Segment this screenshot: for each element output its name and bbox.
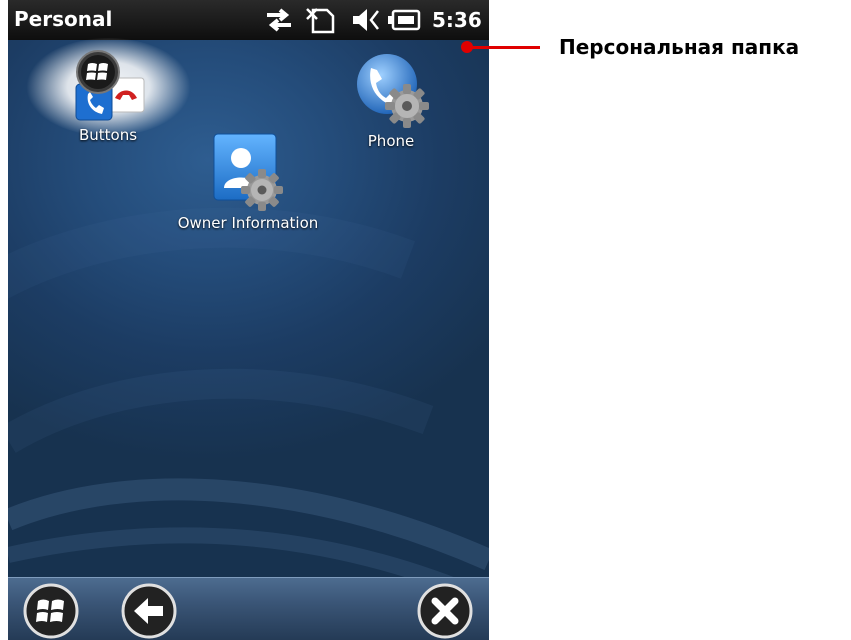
owner-information-app[interactable]: Owner Information: [168, 130, 328, 232]
callout-line: [470, 46, 540, 49]
owner-information-icon: [213, 133, 283, 211]
device-screen: Personal 5:36 Buttons Phone Owner Inform…: [8, 0, 489, 640]
app-title: Personal: [14, 7, 113, 31]
back-icon[interactable]: [120, 582, 178, 640]
start-icon[interactable]: [22, 582, 80, 640]
buttons-app[interactable]: Buttons: [58, 50, 158, 144]
phone-app[interactable]: Phone: [341, 48, 441, 150]
phone-settings-icon: [357, 54, 429, 128]
owner-information-label: Owner Information: [177, 214, 319, 232]
close-icon[interactable]: [416, 582, 474, 640]
no-sim-icon[interactable]: [305, 6, 337, 34]
phone-label: Phone: [367, 132, 415, 150]
callout-label: Персональная папка: [559, 35, 800, 59]
buttons-icon: [75, 50, 145, 121]
connectivity-arrows-icon[interactable]: [263, 6, 295, 34]
battery-charging-icon[interactable]: [387, 6, 421, 34]
speaker-muted-icon[interactable]: [351, 6, 381, 34]
buttons-label: Buttons: [78, 126, 138, 144]
softkey-bar: [8, 577, 489, 640]
title-bar: Personal 5:36: [8, 0, 489, 40]
clock[interactable]: 5:36: [432, 8, 482, 32]
